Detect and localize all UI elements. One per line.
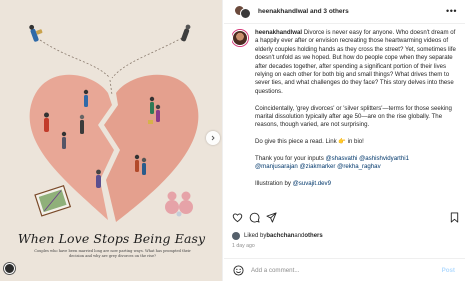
illustration-credit-text: Illustration by (255, 180, 293, 188)
caption-username[interactable]: heenakhandlwal (255, 29, 302, 36)
more-horizontal-icon: ••• (446, 6, 457, 16)
likes-others[interactable]: others (304, 233, 322, 239)
carousel-next-button[interactable] (206, 131, 220, 145)
mention-link[interactable]: @manjusarajan (255, 163, 298, 170)
send-icon[interactable] (266, 212, 277, 223)
likes-summary[interactable]: Liked by bachchan and others (232, 232, 323, 240)
post-timestamp: 1 day ago (232, 243, 255, 249)
action-bar (232, 212, 460, 224)
mention-link[interactable]: @ziakmarker (299, 163, 335, 170)
comment-icon[interactable] (249, 212, 260, 223)
heart-icon[interactable] (232, 212, 243, 223)
author-others[interactable]: and 3 others (310, 8, 349, 15)
mention-link[interactable]: @rekha_raghav (337, 163, 380, 170)
post-details-panel: heenakhandlwal and 3 others ••• heenakha… (224, 0, 465, 281)
avatar (240, 7, 251, 19)
mention-link[interactable]: @ashishvidyarthi1 (359, 155, 409, 162)
liker-avatar (232, 232, 240, 240)
mention-link[interactable]: @suvajit.dev9 (293, 180, 331, 187)
bookmark-icon[interactable] (449, 212, 460, 223)
poster-title: When Love Stops Being Easy (17, 231, 206, 246)
caption-paragraph-2: Coincidentally, 'grey divorces' or 'silv… (255, 104, 452, 129)
caption-avatar[interactable] (232, 30, 248, 46)
mention-link[interactable]: @shasvathi (325, 155, 357, 162)
profile-avatar-nav[interactable] (4, 263, 15, 274)
instagram-post-modal: When Love Stops Being Easy Couples who h… (0, 0, 465, 281)
smiley-icon[interactable] (233, 264, 244, 276)
comment-input[interactable] (251, 266, 431, 274)
more-options-button[interactable]: ••• (446, 6, 457, 16)
comment-bar: Post (224, 258, 465, 281)
post-header: heenakhandlwal and 3 others ••• (224, 0, 465, 24)
caption-text: heenakhandlwal Divorce is never easy for… (255, 29, 460, 197)
caption-area: heenakhandlwal Divorce is never easy for… (232, 29, 460, 225)
caption-paragraph-1: Divorce is never easy for anyone. Who do… (255, 29, 456, 95)
pointing-hand-emoji: 👉 (338, 138, 346, 146)
poster-subtitle: Couples who have been married long are n… (34, 249, 191, 258)
thanks-text: Thank you for your inputs (255, 155, 326, 163)
likes-prefix: Liked by (244, 233, 267, 239)
liker-username[interactable]: bachchan (266, 233, 294, 239)
caption-link-text: Do give this piece a read. Link (255, 138, 339, 146)
collab-avatars[interactable] (234, 4, 252, 19)
post-authors[interactable]: heenakhandlwal and 3 others (258, 8, 349, 15)
post-image[interactable]: When Love Stops Being Easy Couples who h… (0, 0, 223, 281)
author-username[interactable]: heenakhandlwal (258, 8, 308, 15)
likes-joiner: and (294, 233, 305, 239)
caption-link-suffix: in bio! (345, 138, 364, 146)
post-comment-button[interactable]: Post (442, 267, 455, 274)
chevron-right-icon (211, 135, 215, 141)
broken-heart-illustration (0, 0, 222, 230)
